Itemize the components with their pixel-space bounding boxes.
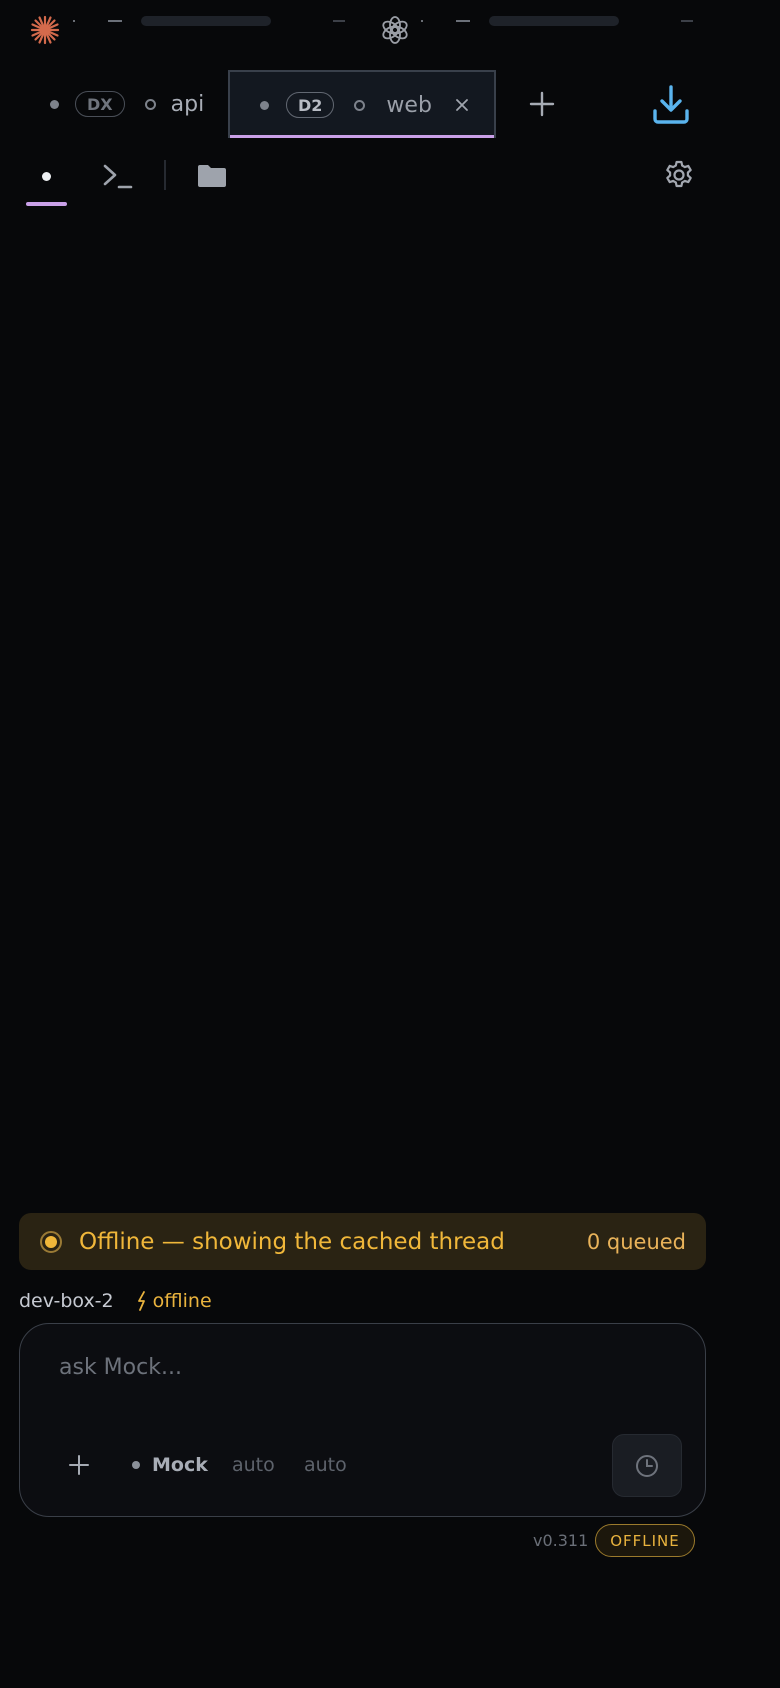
attach-button[interactable]	[64, 1450, 94, 1480]
status-dot	[260, 100, 269, 110]
app-version: v0.311	[533, 1531, 589, 1550]
connection-status: offline	[152, 1290, 212, 1312]
close-icon[interactable]	[454, 97, 470, 113]
plus-icon	[529, 91, 555, 117]
status-indicator-icon	[40, 1230, 62, 1253]
banner-message: Offline — showing the cached thread	[79, 1228, 505, 1255]
option-selector-2[interactable]: auto	[304, 1454, 347, 1476]
toolbar-divider	[164, 160, 166, 190]
strip-pill	[141, 16, 271, 26]
option-selector-1[interactable]: auto	[232, 1454, 275, 1476]
host-name: dev-box-2	[19, 1290, 114, 1312]
host-status-row: dev-box-2 offline	[19, 1290, 212, 1312]
send-button[interactable]	[612, 1434, 682, 1497]
download-icon	[653, 85, 689, 124]
gear-icon	[666, 160, 692, 188]
strip-pill	[489, 16, 619, 26]
download-button[interactable]	[645, 78, 697, 130]
strip-dot	[421, 20, 423, 22]
model-label: Mock	[152, 1454, 208, 1476]
openai-logo-icon	[380, 15, 410, 45]
chat-dot-icon	[42, 171, 51, 181]
ring-icon	[144, 98, 156, 110]
clock-icon	[636, 1454, 658, 1477]
offline-banner: Offline — showing the cached thread 0 qu…	[19, 1213, 706, 1270]
folder-icon	[198, 165, 226, 187]
strip-dash	[456, 20, 470, 22]
host-badge: D2	[286, 92, 335, 118]
active-view-indicator	[26, 202, 67, 206]
composer: Mock auto auto	[19, 1323, 706, 1517]
queued-count: 0 queued	[586, 1229, 686, 1254]
plus-icon	[69, 1455, 89, 1475]
claude-asterisk-icon	[30, 15, 60, 45]
status-dot	[50, 99, 59, 109]
strip-dash	[681, 20, 693, 22]
chat-view-button[interactable]	[26, 156, 67, 196]
add-tab-button[interactable]	[518, 80, 566, 128]
strip-dot	[73, 20, 75, 22]
host-badge: DX	[75, 91, 125, 117]
connection-badge: OFFLINE	[595, 1524, 695, 1557]
tab-label: web	[386, 92, 432, 118]
strip-dash	[333, 20, 345, 22]
terminal-view-button[interactable]	[95, 156, 139, 196]
model-dot-icon	[132, 1461, 140, 1469]
lightning-icon	[136, 1291, 148, 1311]
ring-icon	[354, 99, 366, 111]
tab-api[interactable]: DX api	[30, 70, 228, 138]
prompt-input[interactable]	[57, 1346, 621, 1388]
strip-dash	[108, 20, 122, 22]
tab-label: api	[170, 91, 205, 117]
files-view-button[interactable]	[190, 156, 234, 196]
model-selector[interactable]: Mock	[132, 1454, 208, 1476]
settings-button[interactable]	[658, 154, 700, 196]
terminal-icon	[103, 164, 133, 189]
tab-web[interactable]: D2 web	[228, 70, 496, 138]
